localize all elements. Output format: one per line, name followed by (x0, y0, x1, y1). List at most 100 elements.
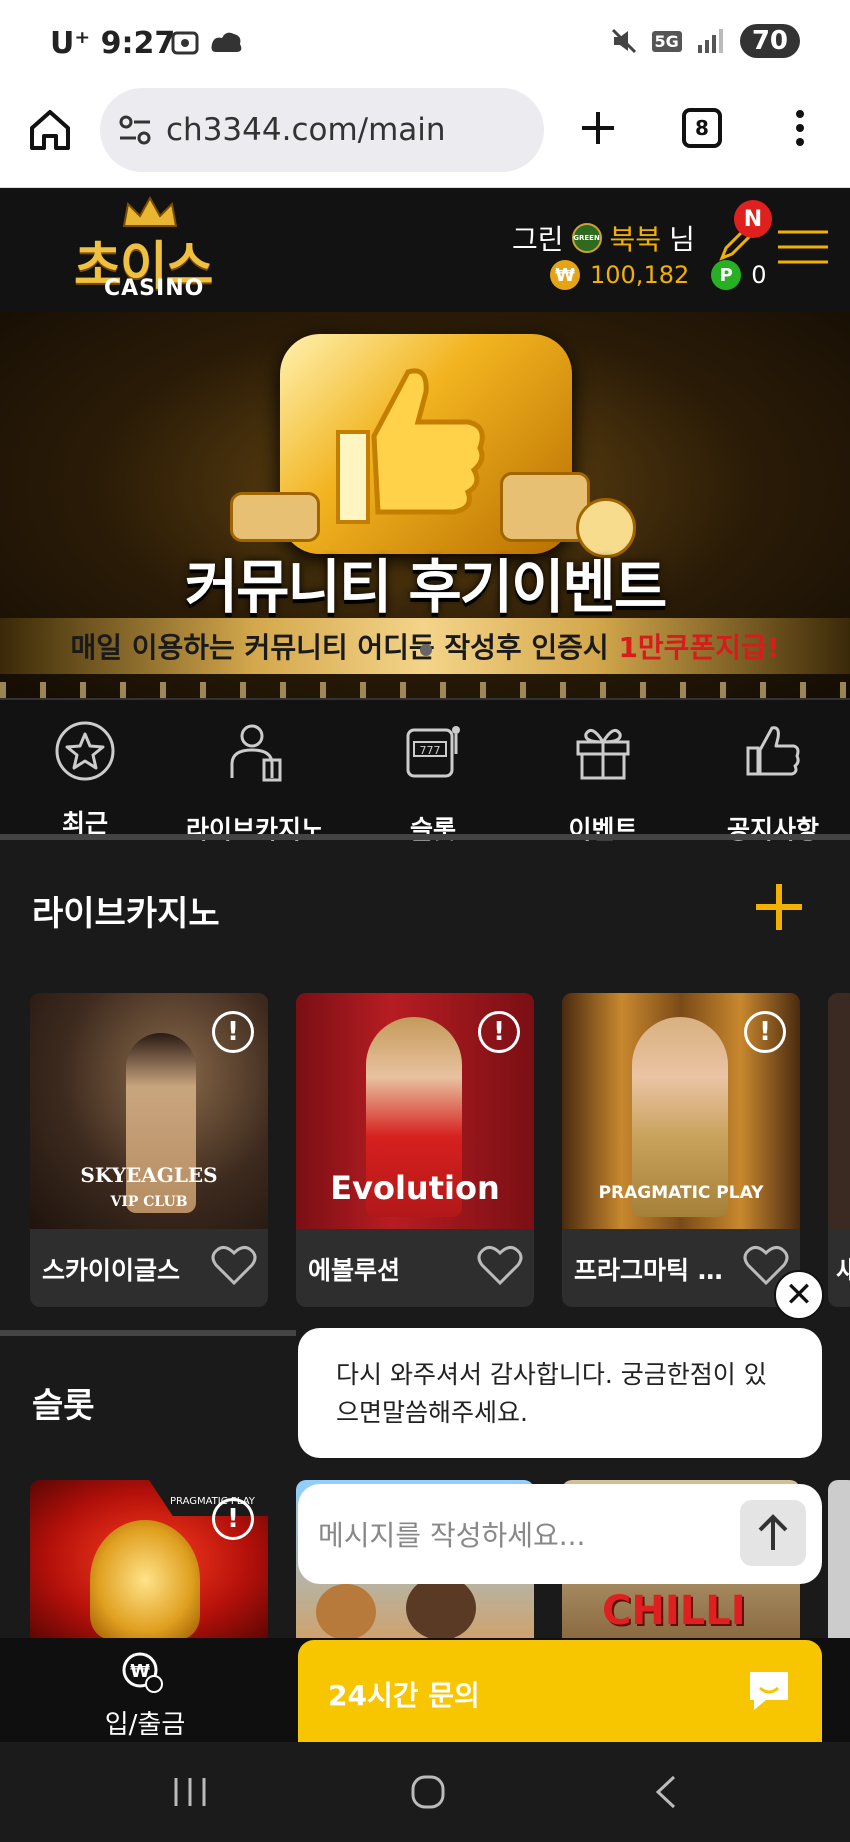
info-icon[interactable]: ! (744, 1011, 786, 1053)
tab-count: 8 (695, 116, 709, 140)
game-name: 섀 (836, 1251, 850, 1287)
slot-card-partial[interactable] (828, 1480, 850, 1640)
status-bar: U⁺ 9:27 5G 70 (0, 0, 850, 86)
clock: 9:27 (100, 26, 176, 61)
category-live-casino[interactable]: 라이브카지노 (170, 700, 340, 844)
inquiry-label: 24시간 문의 (328, 1679, 480, 1712)
more-menu-icon[interactable] (790, 108, 810, 148)
back-icon[interactable] (652, 1774, 680, 1810)
home-nav-icon[interactable] (410, 1774, 446, 1810)
deposit-withdraw-button[interactable]: ₩ 입/출금 (0, 1638, 290, 1742)
slots-title: 슬롯 (32, 1386, 95, 1426)
gift-icon (576, 728, 630, 780)
nav-underline (0, 834, 850, 840)
dog-figure (316, 1584, 376, 1640)
category-nav: 최근 라이브카지노 777 슬롯 이벤트 공지사항 (0, 698, 850, 844)
mute-icon (611, 28, 636, 54)
info-icon[interactable]: ! (478, 1011, 520, 1053)
won-exchange-icon: ₩ (122, 1652, 163, 1693)
points-icon: P (711, 260, 742, 290)
game-card[interactable]: ! PRAGMATIC PLAY 프라그마틱 카지노 (562, 993, 800, 1307)
provider-logo-text: SKYEAGLES (80, 1163, 218, 1187)
game-name: 프라그마틱 카지노 (574, 1256, 744, 1285)
gift-box-left (230, 492, 320, 542)
arrow-up-icon (758, 1514, 788, 1550)
user-greeting: 그린 GREEN 북북 님 (512, 218, 695, 258)
live-casino-title: 라이브카지노 (32, 894, 220, 934)
slot-machine-icon: 777 (406, 726, 460, 778)
chat-input-placeholder: 메시지를 작성하세요... (318, 1519, 586, 1552)
category-notice[interactable]: 공지사항 (688, 700, 850, 844)
android-nav-bar (0, 1742, 850, 1842)
tab-switcher-button[interactable]: 8 (682, 108, 722, 148)
banner-title: 커뮤니티 후기이벤트 (184, 553, 667, 621)
chat-input-box[interactable]: 메시지를 작성하세요... (298, 1484, 822, 1584)
chat-close-button[interactable]: ✕ (774, 1270, 824, 1320)
thumbs-up-icon (746, 726, 800, 776)
lion-figure (90, 1520, 200, 1640)
site-header: 초이스 CASINO 그린 GREEN 북북 님 ₩ 100,182 P 0 N (0, 188, 850, 312)
home-icon[interactable] (28, 108, 72, 152)
category-label: 이벤트 (568, 815, 638, 844)
balance-amount: 100,182 (590, 261, 690, 289)
game-thumbnail (828, 993, 850, 1229)
banner-pager-dot[interactable] (420, 644, 432, 656)
hamburger-menu-icon[interactable] (776, 228, 830, 266)
promo-banner[interactable]: 커뮤니티 후기이벤트 매일 이용하는 커뮤니티 어디든 작성후 인증시 1만쿠폰… (0, 312, 850, 698)
url-text[interactable]: ch3344.com/main (166, 112, 446, 148)
user-level-label: 그린 (512, 223, 564, 256)
game-card-partial[interactable]: 섀 (828, 993, 850, 1307)
banner-sparkle (0, 682, 850, 698)
recent-apps-icon[interactable] (172, 1776, 208, 1808)
game-name: 스카이이글스 (42, 1256, 181, 1285)
star-icon (55, 721, 115, 781)
heart-icon[interactable] (476, 1243, 524, 1287)
status-icons-right: 5G 70 (610, 24, 800, 58)
level-badge-text: GREEN (573, 234, 600, 242)
username: 북북 (609, 223, 662, 256)
support-inquiry-button[interactable]: 24시간 문의 (298, 1640, 822, 1742)
game-card[interactable]: ! Evolution 에볼루션 (296, 993, 534, 1307)
carrier-time: U⁺ 9:27 (50, 26, 175, 61)
send-button[interactable] (740, 1500, 806, 1566)
slot-title-art: CHILLI (602, 1588, 746, 1634)
deposit-label: 입/출금 (104, 1710, 186, 1740)
points-amount: 0 (751, 261, 767, 289)
site-settings-icon[interactable] (118, 114, 152, 146)
cloud-icon (211, 32, 242, 52)
slot-card[interactable]: PRAGMATIC PLAY ! (30, 1480, 268, 1640)
provider-logo: Evolution (296, 1169, 534, 1207)
section-divider (0, 1330, 296, 1336)
category-slot[interactable]: 777 슬롯 (348, 700, 518, 844)
site-logo-subtext: CASINO (104, 276, 205, 301)
banner-subtitle-highlight: 1만쿠폰지급! (618, 631, 780, 664)
new-tab-icon[interactable] (578, 108, 618, 148)
notification-badge[interactable]: N (734, 200, 772, 238)
status-icons-left (170, 28, 244, 58)
provider-logo-subtext: VIP CLUB (110, 1194, 188, 1210)
battery-indicator: 70 (739, 24, 800, 58)
game-name: 에볼루션 (308, 1256, 401, 1285)
network-label: 5G (651, 30, 682, 52)
live-casino-more-button[interactable] (756, 884, 802, 930)
signal-icon (697, 29, 723, 53)
user-suffix: 님 (669, 223, 695, 256)
provider-logo: SKYEAGLES VIP CLUB (30, 1163, 268, 1211)
provider-logo-text: Evolution (330, 1169, 500, 1207)
category-label: 공지사항 (726, 815, 819, 844)
category-event[interactable]: 이벤트 (518, 700, 688, 844)
svg-text:777: 777 (420, 744, 441, 757)
banner-subtitle-text: 매일 이용하는 커뮤니티 어디든 작성후 인증시 (70, 631, 619, 664)
info-icon[interactable]: ! (212, 1498, 254, 1540)
chat-message-text: 다시 와주셔서 감사합니다. 궁금한점이 있으면말씀해주세요. (336, 1360, 767, 1427)
info-icon[interactable]: ! (212, 1011, 254, 1053)
category-recent[interactable]: 최근 (0, 700, 170, 840)
dog-figure (406, 1576, 476, 1640)
heart-icon[interactable] (210, 1243, 258, 1287)
provider-logo: PRAGMATIC PLAY (562, 1183, 800, 1203)
provider-logo-text: PRAGMATIC PLAY (598, 1183, 764, 1203)
category-label: 라이브카지노 (185, 815, 324, 844)
game-card[interactable]: ! SKYEAGLES VIP CLUB 스카이이글스 (30, 993, 268, 1307)
won-coin-icon: ₩ (550, 260, 580, 290)
balance-row: ₩ 100,182 P 0 (550, 260, 767, 290)
